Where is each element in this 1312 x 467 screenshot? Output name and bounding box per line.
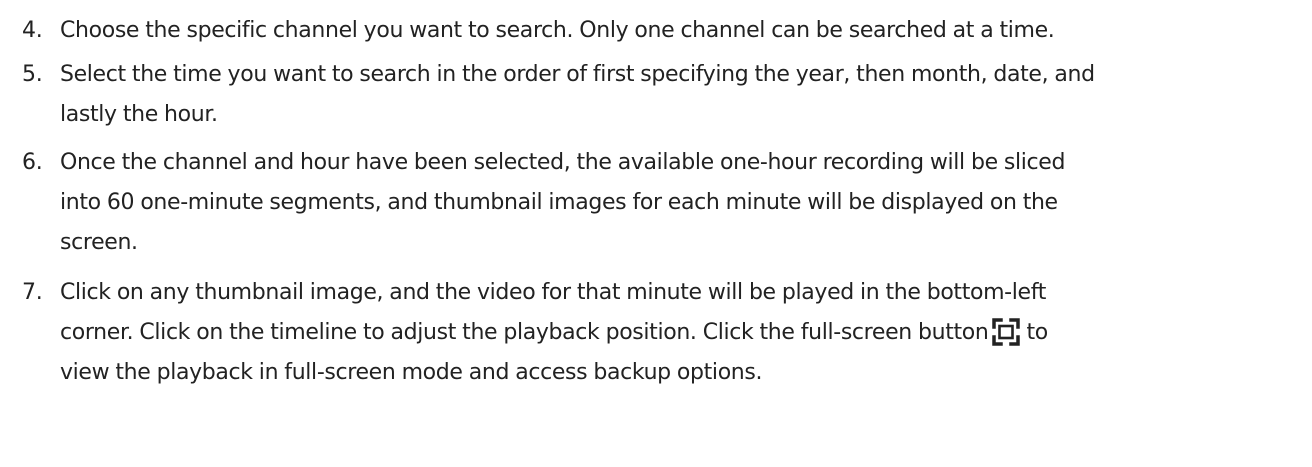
step-text-segment: corner. Click on the timeline to adjust … bbox=[60, 320, 989, 345]
step-text: Once the channel and hour have been sele… bbox=[60, 143, 1290, 263]
step-text: Choose the specific channel you want to … bbox=[60, 11, 1290, 51]
step-text-line: view the playback in full-screen mode an… bbox=[60, 360, 763, 385]
step-number: 6. bbox=[22, 150, 43, 175]
step-number: 7. bbox=[22, 280, 43, 305]
step-text-line: Once the channel and hour have been sele… bbox=[60, 150, 1066, 175]
instruction-document: 4. Choose the specific channel you want … bbox=[0, 0, 1312, 467]
step-text-line: Choose the specific channel you want to … bbox=[60, 18, 1055, 43]
step-text: Click on any thumbnail image, and the vi… bbox=[60, 273, 1290, 393]
step-number: 4. bbox=[22, 18, 43, 43]
step-text-line: screen. bbox=[60, 230, 138, 255]
step-text-line: Select the time you want to search in th… bbox=[60, 62, 1095, 87]
step-number: 5. bbox=[22, 62, 43, 87]
step-text-line: Click on any thumbnail image, and the vi… bbox=[60, 280, 1046, 305]
step-text: Select the time you want to search in th… bbox=[60, 55, 1290, 135]
step-text-segment: to bbox=[1026, 320, 1048, 345]
step-text-line: lastly the hour. bbox=[60, 102, 218, 127]
fullscreen-icon bbox=[992, 318, 1021, 346]
step-text-line: into 60 one-minute segments, and thumbna… bbox=[60, 190, 1058, 215]
step-text-line-with-icon: corner. Click on the timeline to adjust … bbox=[60, 313, 1290, 353]
